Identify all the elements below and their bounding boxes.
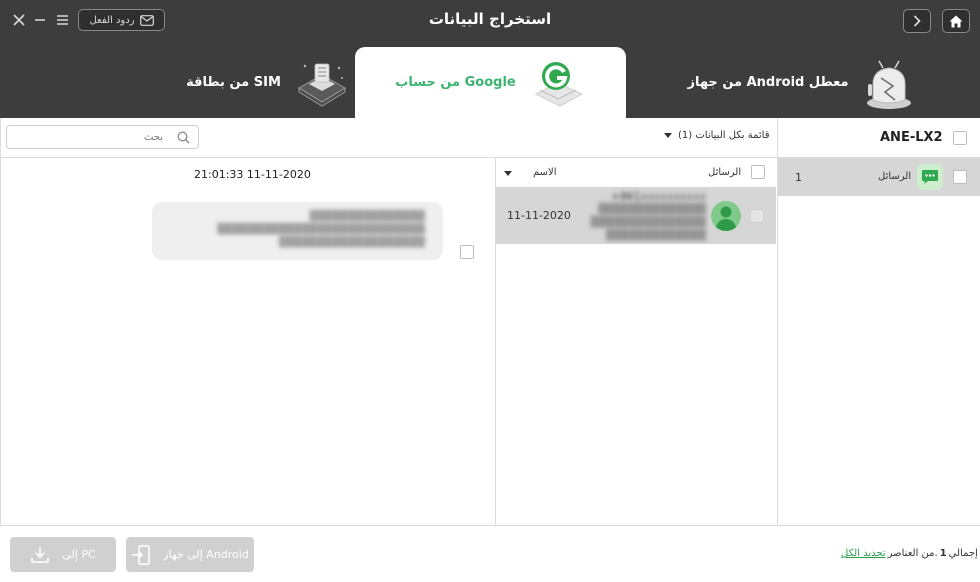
conversation-timestamp: 21:01:33 11-11-2020	[194, 168, 311, 181]
toolbar-divider	[0, 157, 777, 158]
search-field[interactable]	[6, 125, 199, 149]
row-phone: +861	[610, 190, 641, 203]
total-suffix: من العناصر.	[887, 548, 938, 559]
download-icon	[31, 546, 50, 563]
selection-status: تحديد الكل من العناصر. 1 إجمالي	[841, 548, 978, 559]
total-prefix: إجمالي	[948, 548, 978, 559]
home-button[interactable]	[942, 9, 970, 33]
restore-to-android-label: إلى جهاز Android	[163, 548, 249, 561]
row-date: 11-11-2020	[507, 209, 571, 222]
tab-google-label: من حساب Google	[395, 75, 516, 90]
column-header-name: الاسم	[533, 167, 557, 178]
tab-sim-label: من بطاقة SIM	[186, 75, 281, 90]
google-account-icon	[534, 61, 583, 107]
device-select-checkbox[interactable]	[953, 131, 967, 145]
chevron-right-icon	[913, 15, 921, 27]
left-border	[0, 118, 1, 525]
broken-android-icon	[866, 60, 911, 109]
category-checkbox[interactable]	[953, 170, 967, 184]
export-to-pc-button[interactable]: إلى PC	[10, 537, 116, 572]
search-input[interactable]	[13, 129, 163, 145]
sort-chevron-down-icon[interactable]	[504, 171, 512, 176]
category-count: 1	[795, 171, 802, 184]
select-all-link[interactable]: تحديد الكل	[841, 548, 886, 559]
tab-sim-card[interactable]: من بطاقة SIM	[180, 47, 355, 118]
row-checkbox[interactable]	[750, 209, 764, 223]
title-bar: ردود الفعل استخراج البيانات من بطاقة SIM…	[0, 0, 980, 118]
sidebar-item-label: الرسائل	[878, 171, 912, 182]
column-header-messages: الرسائل	[708, 167, 742, 178]
filter-label: قائمة بكل البيانات (1)	[678, 130, 770, 141]
row-preview: +861xxxxxxxxxx ▒▒▒▒▒▒▒▒▒▒▒▒▒▒ ▒▒▒▒▒▒▒▒▒▒…	[590, 190, 706, 241]
tab-android-label: من جهاز Android معطل	[687, 75, 849, 90]
total-count: 1	[939, 548, 947, 559]
export-to-pc-label: إلى PC	[62, 548, 96, 561]
device-import-icon	[132, 544, 150, 565]
select-all-messages-checkbox[interactable]	[751, 165, 765, 179]
tab-broken-android[interactable]: من جهاز Android معطل	[626, 47, 976, 118]
device-name: ANE-LX2	[880, 130, 943, 145]
search-icon[interactable]	[177, 131, 190, 144]
message-checkbox[interactable]	[460, 245, 474, 259]
message-bubble: ▒▒▒▒▒▒▒▒▒▒▒▒▒▒▒ ▒▒▒▒▒▒▒▒▒▒▒▒▒▒▒▒▒▒▒▒▒▒▒▒…	[152, 202, 443, 260]
page-title: استخراج البيانات	[428, 10, 552, 28]
avatar	[711, 201, 741, 231]
home-icon	[949, 15, 963, 27]
data-filter-dropdown[interactable]: قائمة بكل البيانات (1)	[664, 130, 770, 141]
restore-to-android-button[interactable]: إلى جهاز Android	[126, 537, 254, 572]
chevron-down-icon	[664, 133, 672, 138]
message-icon	[917, 164, 943, 190]
forward-button[interactable]	[903, 9, 931, 33]
tab-google-account[interactable]: من حساب Google	[355, 47, 626, 118]
sim-card-icon	[297, 63, 346, 107]
